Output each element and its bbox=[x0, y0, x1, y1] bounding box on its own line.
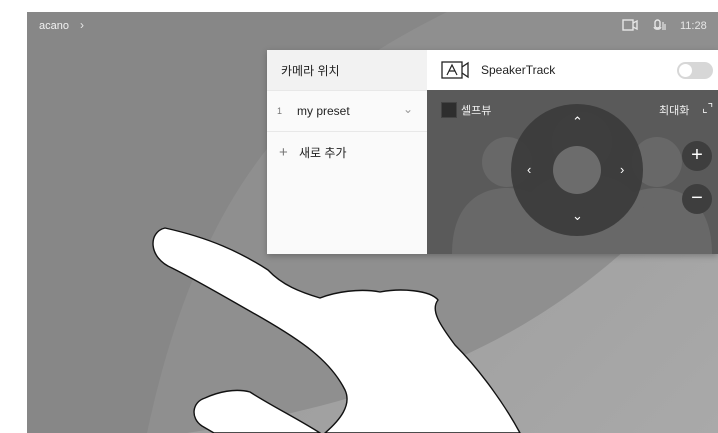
pan-left-button[interactable]: ‹ bbox=[527, 162, 531, 177]
camera-position-list: 카메라 위치 1 my preset ⌄ + 새로 추가 bbox=[267, 50, 428, 254]
preset-number: 1 bbox=[277, 106, 283, 116]
toggle-knob bbox=[679, 64, 692, 77]
pan-down-button[interactable]: ⌄ bbox=[572, 208, 583, 224]
pan-right-button[interactable]: › bbox=[620, 162, 624, 177]
camera-panel: 카메라 위치 1 my preset ⌄ + 새로 추가 SpeakerTrac… bbox=[267, 50, 718, 254]
chevron-right-icon[interactable]: › bbox=[80, 18, 84, 32]
add-preset-button[interactable]: + 새로 추가 bbox=[267, 132, 427, 172]
add-preset-label: 새로 추가 bbox=[299, 145, 347, 160]
speakertrack-label: SpeakerTrack bbox=[481, 63, 556, 77]
speakertrack-header: SpeakerTrack bbox=[427, 50, 718, 90]
zoom-out-button[interactable]: − bbox=[682, 184, 712, 214]
camera-position-title: 카메라 위치 bbox=[267, 50, 427, 91]
chevron-down-icon[interactable]: ⌄ bbox=[403, 102, 413, 116]
meeting-title: acano bbox=[39, 20, 69, 32]
maximize-label[interactable]: 최대화 bbox=[659, 102, 689, 118]
selfview-label: 셀프뷰 bbox=[461, 105, 492, 117]
clock: 11:28 bbox=[680, 20, 707, 32]
screen: acano › 11:28 카메라 위치 1 my preset ⌄ + 새로 … bbox=[27, 12, 718, 433]
maximize-icon[interactable]: ⌞⌝ bbox=[702, 101, 713, 115]
selfview-checkbox[interactable] bbox=[441, 102, 457, 118]
preset-item[interactable]: 1 my preset ⌄ bbox=[267, 91, 427, 132]
zoom-in-button[interactable]: + bbox=[682, 141, 712, 171]
speakertrack-icon bbox=[441, 60, 473, 85]
pan-up-button[interactable]: ⌃ bbox=[572, 114, 583, 130]
speakertrack-toggle[interactable] bbox=[677, 62, 713, 79]
camera-control: SpeakerTrack 셀프뷰 최대화 ⌞⌝ ⌃ ⌄ ‹ › + − bbox=[427, 50, 718, 254]
camera-icon[interactable] bbox=[622, 19, 638, 34]
plus-icon: + bbox=[279, 143, 288, 161]
microphone-icon[interactable] bbox=[653, 19, 667, 35]
top-bar: acano › 11:28 bbox=[27, 12, 718, 42]
selfview-area[interactable]: 셀프뷰 최대화 ⌞⌝ ⌃ ⌄ ‹ › + − bbox=[427, 90, 718, 254]
preset-name: my preset bbox=[297, 104, 350, 118]
